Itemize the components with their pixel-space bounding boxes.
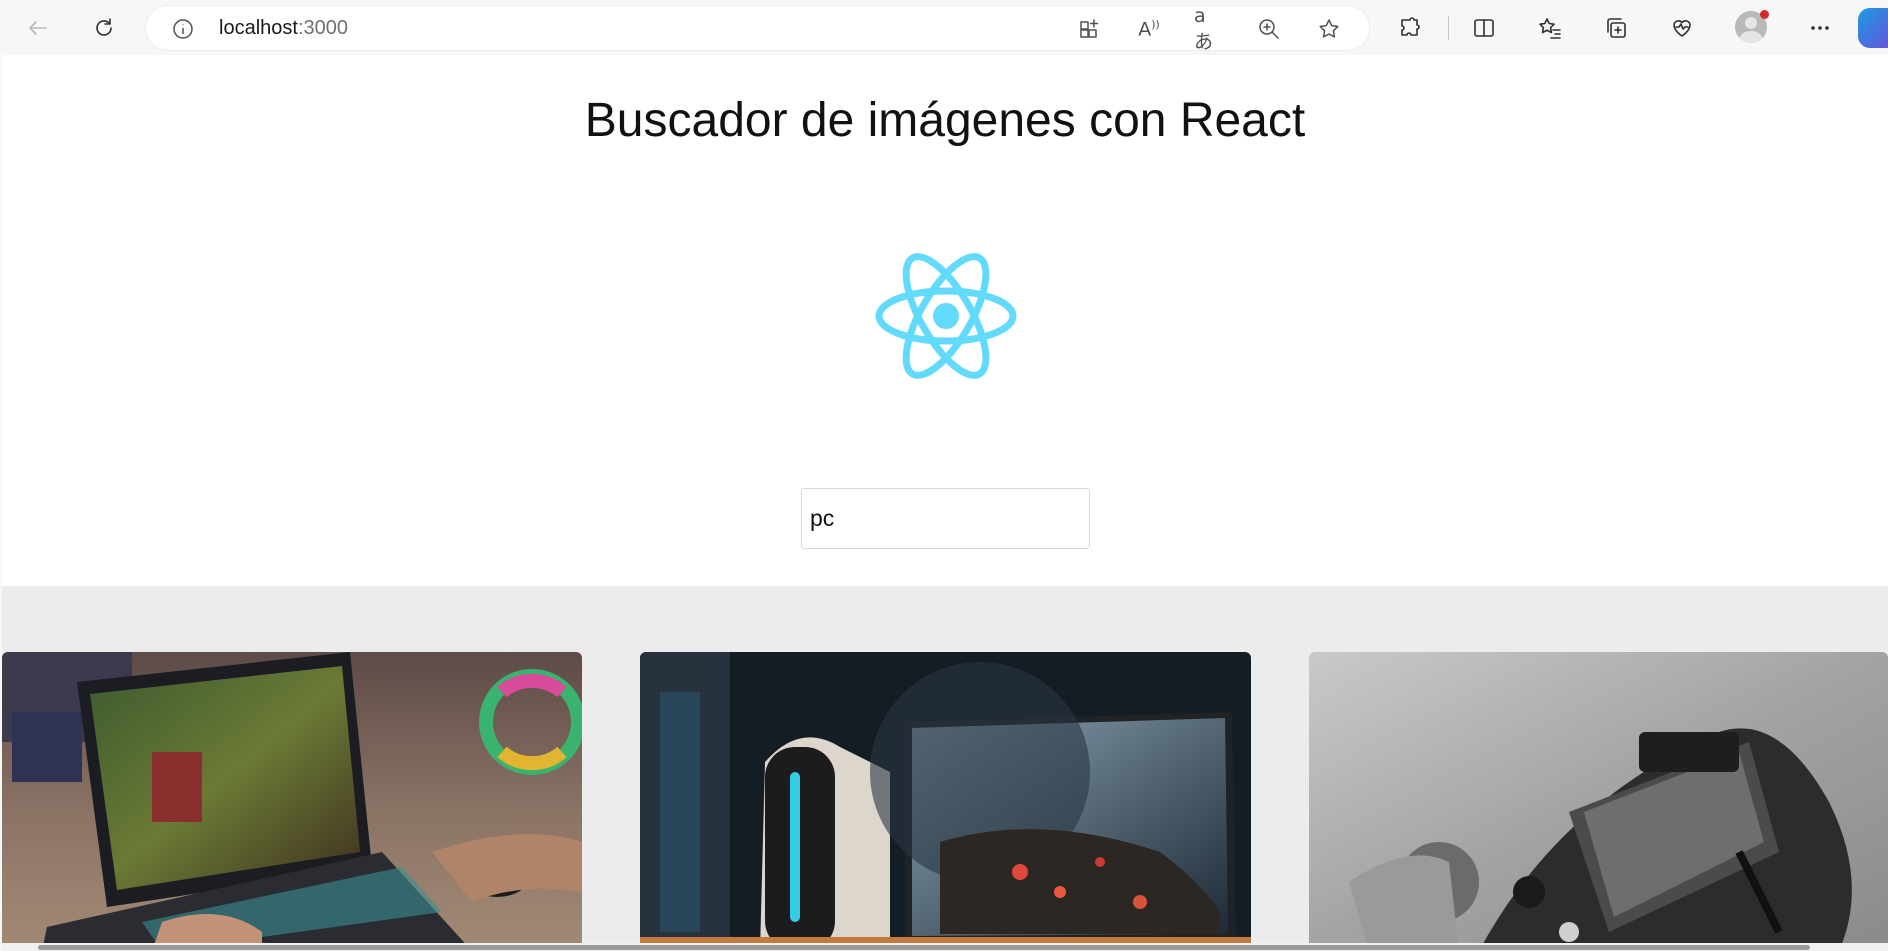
zoom-icon[interactable] <box>1254 14 1284 44</box>
extensions-button[interactable] <box>1390 8 1430 48</box>
desktop-pc-monitor-photo[interactable] <box>640 652 1251 951</box>
more-menu-button[interactable] <box>1800 8 1840 48</box>
search-input[interactable] <box>801 488 1090 549</box>
scrollbar-thumb[interactable] <box>38 945 1810 950</box>
favorites-button[interactable] <box>1530 8 1570 48</box>
favorites-icon <box>1539 18 1561 39</box>
split-screen-button[interactable] <box>1464 8 1504 48</box>
url-port: :3000 <box>297 17 348 39</box>
apps-icon[interactable] <box>1075 14 1105 44</box>
react-logo-icon <box>875 238 1017 394</box>
toolbar-divider <box>1448 16 1449 40</box>
back-icon <box>29 21 47 35</box>
refresh-button[interactable] <box>84 8 124 48</box>
refresh-icon <box>96 18 112 36</box>
collections-button[interactable] <box>1596 8 1636 48</box>
read-aloud-icon[interactable]: A)) <box>1134 14 1164 44</box>
copilot-icon[interactable] <box>1858 8 1888 48</box>
page-title: Buscador de imágenes con React <box>584 94 1306 147</box>
site-info-icon[interactable] <box>172 18 194 40</box>
collections-icon <box>1607 18 1626 38</box>
address-bar[interactable]: localhost:3000 A)) aあ <box>146 5 1369 53</box>
url-host: localhost <box>219 17 298 39</box>
favorite-star-icon[interactable] <box>1314 14 1344 44</box>
browser-essentials-icon <box>1673 20 1691 37</box>
horizontal-scrollbar[interactable] <box>2 943 1888 951</box>
browser-essentials-button[interactable] <box>1662 8 1702 48</box>
browser-toolbar: localhost:3000 A)) aあ <box>0 0 1888 55</box>
results-grid <box>2 652 1888 951</box>
extensions-icon <box>1401 17 1420 36</box>
url-text[interactable]: localhost:3000 <box>219 17 348 40</box>
translate-icon[interactable]: aあ <box>1194 5 1224 53</box>
phone-controller-photo[interactable] <box>1309 652 1888 951</box>
notification-dot <box>1760 10 1769 19</box>
laptop-gaming-photo[interactable] <box>2 652 582 951</box>
more-menu-icon <box>1811 26 1829 30</box>
page-viewport: Buscador de imágenes con React <box>2 55 1888 951</box>
back-button[interactable] <box>18 8 58 48</box>
app-header: Buscador de imágenes con React <box>2 55 1888 586</box>
split-screen-icon <box>1474 19 1494 37</box>
